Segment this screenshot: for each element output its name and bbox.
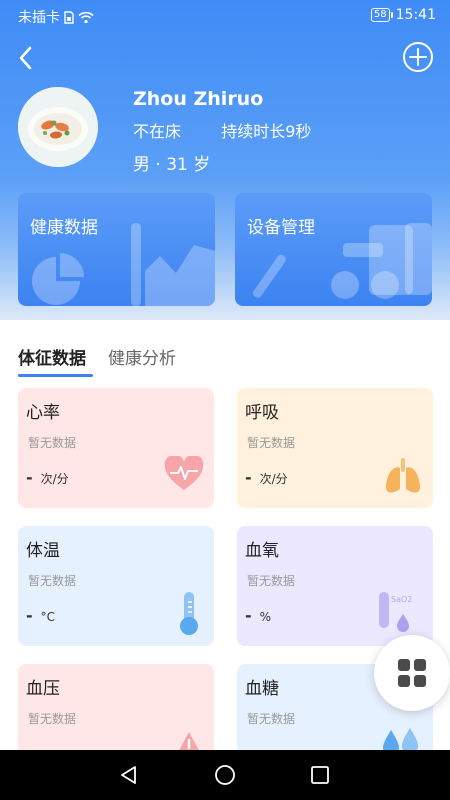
- metric-value: - 次/分: [245, 468, 288, 487]
- avatar[interactable]: [18, 87, 98, 167]
- metric-status: 暂无数据: [247, 712, 296, 726]
- nav-home-icon[interactable]: [214, 764, 236, 786]
- back-arrow-icon[interactable]: [14, 44, 38, 72]
- grid-menu-button[interactable]: [374, 635, 450, 711]
- metric-value: - 次/分: [26, 468, 69, 487]
- status-bar: 未插卡 58 15:41: [0, 0, 450, 32]
- heart-icon: [164, 456, 204, 490]
- system-navigation-bar: [0, 750, 450, 800]
- grid-icon: [398, 659, 426, 687]
- metric-value: -%: [245, 606, 272, 625]
- tab-bar: 体征数据 健康分析: [18, 344, 318, 378]
- temperature-card[interactable]: 体温 暂无数据 - °C: [18, 526, 214, 646]
- metric-status: 暂无数据: [28, 574, 77, 588]
- sim-icon: [64, 10, 74, 24]
- device-management-card[interactable]: 设备管理: [235, 193, 432, 306]
- nav-recents-icon[interactable]: [311, 766, 329, 784]
- heart-rate-card[interactable]: 心率 暂无数据 - 次/分: [18, 388, 214, 508]
- health-data-card[interactable]: 健康数据: [18, 193, 215, 306]
- metric-status: 暂无数据: [247, 436, 296, 450]
- metric-title: 呼吸: [245, 403, 279, 423]
- food-plate-image: [18, 87, 98, 167]
- clock-text: 15:41: [395, 7, 436, 23]
- metric-title: 体温: [26, 541, 60, 561]
- metric-status: 暂无数据: [28, 712, 77, 726]
- metric-title: 血糖: [245, 679, 279, 699]
- spo2-test-tube-icon: SaO2: [379, 592, 412, 632]
- metric-title: 心率: [26, 403, 60, 423]
- nav-back-icon[interactable]: [119, 765, 139, 785]
- bed-status: 不在床: [133, 122, 182, 141]
- tab-vital-signs[interactable]: 体征数据: [18, 344, 86, 369]
- chart-illustration-icon: [32, 223, 215, 306]
- metric-title: 血氧: [245, 541, 279, 561]
- respiration-card[interactable]: 呼吸 暂无数据 - 次/分: [237, 388, 433, 508]
- thermometer-icon: [180, 592, 198, 635]
- metric-title: 血压: [26, 679, 60, 699]
- add-circle-icon[interactable]: [402, 41, 434, 73]
- battery-icon: 58: [370, 8, 393, 22]
- devices-illustration-icon: [252, 223, 432, 299]
- gender-age: 男 · 31 岁: [133, 155, 211, 175]
- metric-status: 暂无数据: [28, 436, 77, 450]
- active-tab-indicator: [18, 374, 93, 377]
- metric-value: - °C: [26, 606, 56, 625]
- carrier-text: 未插卡: [18, 10, 60, 26]
- status-duration: 持续时长9秒: [221, 122, 312, 141]
- profile-info: Zhou Zhiruo 不在床 持续时长9秒 男 · 31 岁: [133, 88, 311, 175]
- lungs-icon: [386, 458, 420, 493]
- blood-oxygen-card[interactable]: 血氧 暂无数据 -% SaO2: [237, 526, 433, 646]
- user-name: Zhou Zhiruo: [133, 88, 264, 110]
- svg-text:SaO2: SaO2: [391, 595, 412, 604]
- tab-health-analysis[interactable]: 健康分析: [108, 344, 176, 369]
- metric-status: 暂无数据: [247, 574, 296, 588]
- wifi-icon: [78, 11, 94, 23]
